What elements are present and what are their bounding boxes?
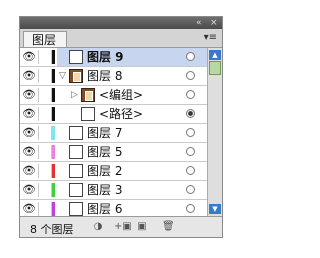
- layer-list: 👁 图层 9 👁 ▽ 图层 8 👁 ▷ <编组> 👁 <路径> 👁 图层 7 👁 图层 5 👁 图层 2 👁 图层…: [20, 48, 207, 216]
- lock-toggle[interactable]: [38, 50, 52, 64]
- target-circle-icon[interactable]: [186, 204, 195, 213]
- layer-row[interactable]: 👁 ▽ 图层 8: [20, 67, 207, 86]
- vertical-scrollbar[interactable]: ▲ ▼: [207, 48, 222, 216]
- visibility-eye-icon[interactable]: 👁: [22, 146, 36, 158]
- layer-thumbnail: [69, 202, 83, 216]
- layer-thumbnail: [81, 88, 95, 102]
- panel-menu-icon[interactable]: ▾≡: [204, 32, 217, 44]
- layer-main-cell[interactable]: ▽ 图层 8: [57, 67, 207, 85]
- layer-name: 图层 8: [87, 69, 123, 83]
- lock-toggle[interactable]: [38, 107, 52, 121]
- create-new-layer-button[interactable]: ▣: [136, 221, 148, 233]
- lock-toggle[interactable]: [38, 88, 52, 102]
- target-circle-icon[interactable]: [186, 109, 195, 118]
- layer-main-cell[interactable]: <路径>: [57, 105, 207, 123]
- layer-row[interactable]: 👁 图层 6: [20, 200, 207, 216]
- layer-name: 图层 7: [87, 126, 123, 140]
- layer-color-swatch: [52, 107, 55, 121]
- layer-name: 图层 6: [87, 202, 123, 216]
- layer-color-swatch: [52, 126, 55, 140]
- visibility-eye-icon[interactable]: 👁: [22, 203, 36, 215]
- layer-row[interactable]: 👁 图层 3: [20, 181, 207, 200]
- layer-name: <路径>: [99, 107, 144, 121]
- visibility-eye-icon[interactable]: 👁: [22, 51, 36, 63]
- layer-thumbnail: [69, 164, 83, 178]
- tab-row: 图层× ▾≡: [20, 29, 222, 63]
- layer-color-swatch: [52, 145, 55, 159]
- target-circle-icon[interactable]: [186, 90, 195, 99]
- visibility-eye-icon[interactable]: 👁: [22, 89, 36, 101]
- layer-color-swatch: [52, 88, 55, 102]
- target-circle-icon[interactable]: [186, 71, 195, 80]
- layer-main-cell[interactable]: 图层 7: [57, 124, 207, 142]
- expanded-triangle-icon[interactable]: ▽: [59, 70, 66, 82]
- layer-row[interactable]: 👁 ▷ <编组>: [20, 86, 207, 105]
- lock-toggle[interactable]: [38, 164, 52, 178]
- layer-row[interactable]: 👁 图层 5: [20, 143, 207, 162]
- layer-thumbnail: [69, 69, 83, 83]
- target-circle-icon[interactable]: [186, 185, 195, 194]
- lock-toggle[interactable]: [38, 183, 52, 197]
- layer-color-swatch: [52, 50, 55, 64]
- close-panel-icon[interactable]: ×: [210, 18, 218, 28]
- layer-color-swatch: [52, 164, 55, 178]
- lock-toggle[interactable]: [38, 145, 52, 159]
- layer-row[interactable]: 👁 <路径>: [20, 105, 207, 124]
- layer-name: <编组>: [99, 88, 144, 102]
- layer-thumbnail: [69, 183, 83, 197]
- tab-layers[interactable]: 图层×: [23, 31, 67, 63]
- layer-main-cell[interactable]: 图层 6: [57, 200, 207, 216]
- layer-color-swatch: [52, 183, 55, 197]
- target-circle-icon[interactable]: [186, 128, 195, 137]
- scroll-thumb[interactable]: [209, 61, 221, 75]
- layer-name: 图层 2: [87, 164, 123, 178]
- layers-panel: « × 图层× ▾≡ 👁图层 9👁▽图层 8👁▷<编组>👁<路径>👁图层 7👁图…: [19, 16, 223, 238]
- delete-layer-button[interactable]: 🗑: [162, 221, 175, 233]
- lock-toggle[interactable]: [38, 126, 52, 140]
- layer-color-swatch: [52, 202, 55, 216]
- layer-thumbnail: [69, 50, 83, 64]
- panel-footer: 8 个图层 ◑ +▣ ▣ 🗑: [20, 216, 222, 237]
- panel-title-bar[interactable]: « ×: [20, 17, 222, 29]
- visibility-eye-icon[interactable]: 👁: [22, 70, 36, 82]
- layer-count-label: 8 个图层: [30, 223, 74, 236]
- layer-thumbnail: [69, 145, 83, 159]
- tab-label: 图层: [32, 33, 57, 47]
- target-circle-icon[interactable]: [186, 52, 195, 61]
- layer-name: 图层 3: [87, 183, 123, 197]
- scroll-up-icon[interactable]: ▲: [209, 50, 221, 60]
- visibility-eye-icon[interactable]: 👁: [22, 108, 36, 120]
- visibility-eye-icon[interactable]: 👁: [22, 165, 36, 177]
- visibility-eye-icon[interactable]: 👁: [22, 184, 36, 196]
- scroll-down-icon[interactable]: ▼: [209, 204, 221, 214]
- lock-toggle[interactable]: [38, 202, 52, 216]
- layer-main-cell[interactable]: 图层 3: [57, 181, 207, 199]
- layer-row[interactable]: 👁 图层 2: [20, 162, 207, 181]
- layer-thumbnail: [81, 107, 95, 121]
- target-circle-icon[interactable]: [186, 147, 195, 156]
- visibility-eye-icon[interactable]: 👁: [22, 127, 36, 139]
- collapse-icon[interactable]: «: [196, 18, 202, 28]
- make-clipping-mask-button[interactable]: ◑: [92, 221, 104, 233]
- layer-name: 图层 5: [87, 145, 123, 159]
- collapsed-triangle-icon[interactable]: ▷: [71, 89, 78, 101]
- layer-color-swatch: [52, 69, 55, 83]
- layer-main-cell[interactable]: 图层 2: [57, 162, 207, 180]
- layer-main-cell[interactable]: 图层 5: [57, 143, 207, 161]
- layer-thumbnail: [69, 126, 83, 140]
- layer-main-cell[interactable]: ▷ <编组>: [57, 86, 207, 104]
- lock-toggle[interactable]: [38, 69, 52, 83]
- layer-row[interactable]: 👁 图层 7: [20, 124, 207, 143]
- layer-row[interactable]: 👁 图层 9: [20, 48, 207, 67]
- create-new-sublayer-button[interactable]: +▣: [114, 221, 132, 233]
- layer-main-cell[interactable]: 图层 9: [57, 48, 207, 66]
- target-circle-icon[interactable]: [186, 166, 195, 175]
- layer-name: 图层 9: [87, 50, 124, 64]
